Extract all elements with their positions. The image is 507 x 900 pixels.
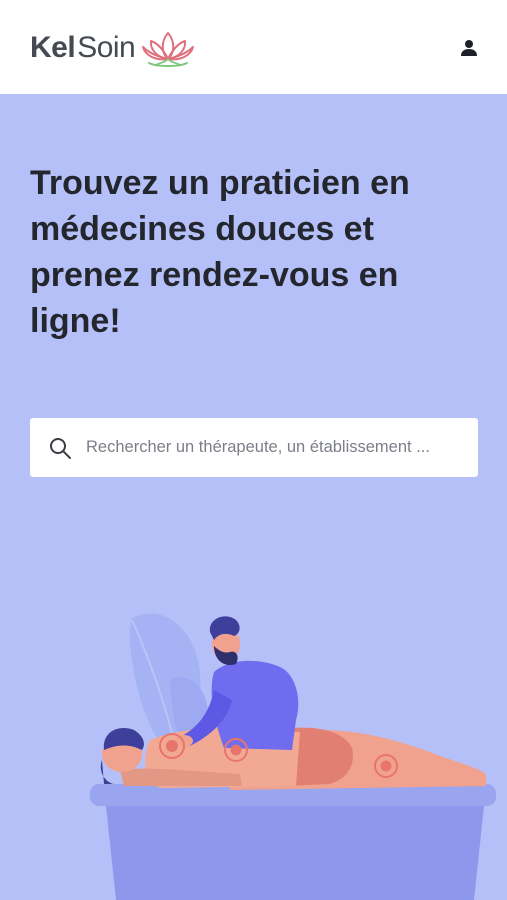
hero-title: Trouvez un praticien en médecines douces… bbox=[30, 164, 410, 340]
lotus-icon bbox=[142, 32, 195, 67]
user-icon bbox=[461, 40, 477, 56]
search-bar[interactable] bbox=[30, 418, 478, 477]
user-account-button[interactable] bbox=[455, 34, 483, 62]
kelsoin-logo[interactable]: KelSoin bbox=[30, 26, 197, 70]
logo-text-soin: Soin bbox=[77, 31, 136, 64]
search-icon bbox=[50, 437, 71, 459]
app-header: KelSoin bbox=[0, 0, 507, 94]
logo-text-kel: Kel bbox=[30, 31, 76, 64]
massage-illustration bbox=[90, 613, 496, 900]
search-input[interactable] bbox=[86, 438, 458, 457]
logo-text: KelSoin bbox=[30, 31, 136, 64]
